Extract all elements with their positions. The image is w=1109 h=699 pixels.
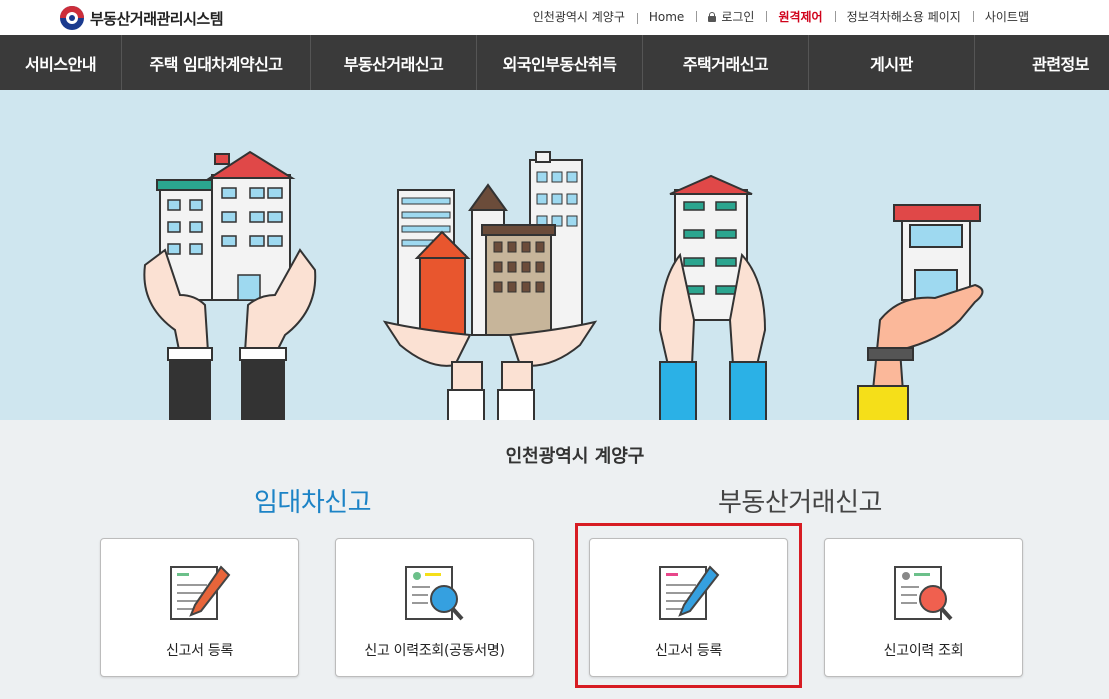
site-title: 부동산거래관리시스템: [90, 9, 224, 28]
buildings-group-4: [857, 204, 984, 420]
trade-history-card[interactable]: 신고이력 조회: [824, 538, 1023, 677]
utility-links: 인천광역시 계양구 Home 로그인 원격제어 정보격차해소용 페이지 사이트맵: [521, 8, 1041, 25]
util-home[interactable]: Home: [636, 10, 696, 24]
top-utility-bar: 부동산거래관리시스템 인천광역시 계양구 Home 로그인 원격제어 정보격차해…: [0, 0, 1109, 35]
util-sitemap[interactable]: 사이트맵: [972, 8, 1041, 25]
nav-service-guide[interactable]: 서비스안내: [0, 35, 122, 90]
nav-board[interactable]: 게시판: [809, 35, 975, 90]
lease-register-card[interactable]: 신고서 등록: [100, 538, 299, 677]
nav-related-info[interactable]: 관련정보: [975, 35, 1109, 90]
main-nav: 서비스안내 주택 임대차계약신고 부동산거래신고 외국인부동산취득 주택거래신고…: [0, 35, 1109, 90]
card-label: 신고서 등록: [165, 643, 234, 659]
hands-holding-buildings-illustration: [143, 150, 984, 420]
lease-history-card[interactable]: 신고 이력조회(공동서명): [335, 538, 534, 677]
lease-section-title: 임대차신고: [254, 488, 372, 518]
util-remote-control[interactable]: 원격제어: [766, 8, 834, 25]
nav-housing-report[interactable]: 주택거래신고: [643, 35, 809, 90]
nav-real-estate-report[interactable]: 부동산거래신고: [311, 35, 477, 90]
search-history-icon: [404, 566, 463, 621]
trade-section-title: 부동산거래신고: [718, 488, 882, 518]
card-label: 신고 이력조회(공동서명): [364, 643, 505, 659]
report-section: 인천광역시 계양구 임대차신고 부동산거래신고 신고서 등록 신고 이력조회(공…: [0, 420, 1109, 699]
region-name: 인천광역시 계양구: [505, 446, 645, 467]
util-accessibility-page[interactable]: 정보격차해소용 페이지: [834, 8, 973, 25]
nav-lease-report[interactable]: 주택 임대차계약신고: [122, 35, 311, 90]
buildings-group-3: [658, 174, 767, 420]
buildings-group-2: [382, 151, 598, 420]
selection-highlight: [575, 523, 802, 688]
hero-banner: [0, 90, 1109, 420]
site-logo[interactable]: 부동산거래관리시스템: [60, 5, 224, 31]
card-label: 신고이력 조회: [883, 643, 964, 659]
search-history-icon: [893, 566, 952, 621]
nav-foreigner-acquisition[interactable]: 외국인부동산취득: [477, 35, 643, 90]
util-region[interactable]: 인천광역시 계양구: [521, 8, 637, 25]
form-pencil-icon: [169, 565, 230, 620]
taegeuk-logo-icon: [60, 6, 84, 30]
lock-icon: [708, 12, 717, 22]
login-label: 로그인: [721, 10, 755, 24]
util-login[interactable]: 로그인: [696, 8, 766, 25]
buildings-group-1: [143, 150, 317, 420]
